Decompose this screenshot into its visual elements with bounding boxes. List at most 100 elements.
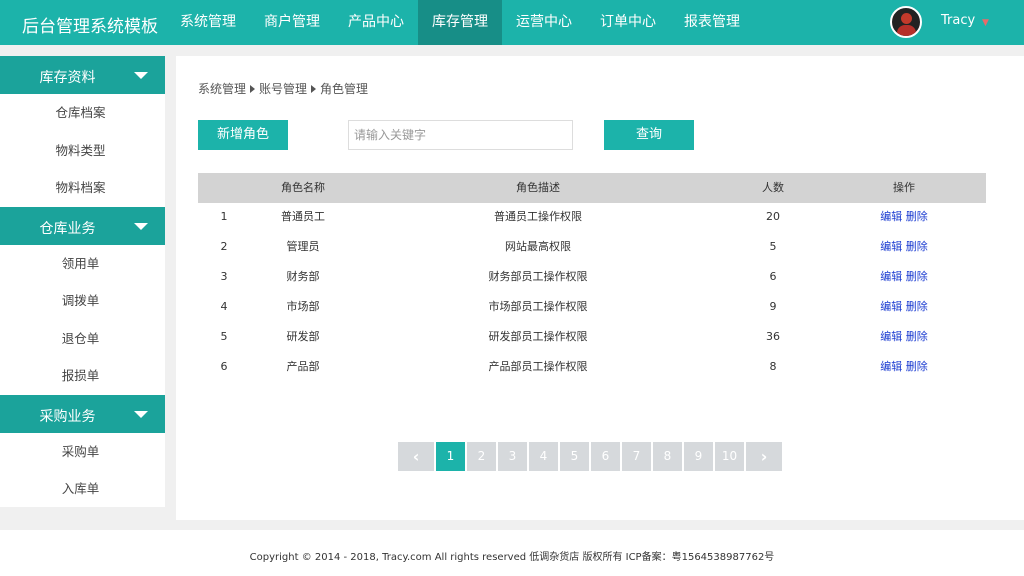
breadcrumb-item-current: 角色管理 (320, 82, 369, 96)
sidebar-item-warehouse-archive[interactable]: 仓库档案 (0, 94, 165, 132)
role-name: 产品部 (286, 360, 320, 373)
role-desc: 财务部员工操作权限 (488, 270, 588, 283)
delete-link[interactable]: 删除 (906, 210, 928, 223)
edit-link[interactable]: 编辑 (880, 360, 902, 373)
edit-link[interactable]: 编辑 (880, 330, 902, 343)
main-panel: 系统管理 账号管理 角色管理 新增角色 查询 角色名称 角色描述 人数 操作 1… (176, 56, 1024, 520)
sidebar-group-purchasing[interactable]: 采购业务 (0, 394, 165, 433)
top-header: 后台管理系统模板 系统管理 商户管理 产品中心 库存管理 运营中心 订单中心 报… (0, 0, 1024, 45)
row-actions: 编辑 删除 (854, 203, 954, 231)
column-header-role-name: 角色名称 (281, 181, 325, 194)
caret-down-icon (134, 72, 148, 79)
table-row: 2 管理员 网站最高权限 5 编辑 删除 (198, 233, 986, 263)
nav-item-product[interactable]: 产品中心 (334, 0, 418, 45)
role-count: 8 (769, 360, 777, 373)
sidebar-item-requisition[interactable]: 领用单 (0, 245, 165, 283)
table-header: 角色名称 角色描述 人数 操作 (198, 173, 986, 203)
nav-item-inventory[interactable]: 库存管理 (418, 0, 502, 45)
role-count: 5 (769, 240, 777, 253)
sidebar-item-purchase-order[interactable]: 采购单 (0, 433, 165, 471)
breadcrumb-item[interactable]: 账号管理 (259, 80, 307, 97)
role-desc: 普通员工操作权限 (494, 210, 582, 223)
table-row: 3 财务部 财务部员工操作权限 6 编辑 删除 (198, 263, 986, 293)
next-page-icon[interactable]: › (746, 442, 782, 471)
edit-link[interactable]: 编辑 (880, 210, 902, 223)
breadcrumb-item[interactable]: 系统管理 (198, 80, 246, 97)
prev-page-icon[interactable]: ‹ (398, 442, 434, 471)
footer: Copyright © 2014 - 2018, Tracy.com All r… (0, 530, 1024, 576)
pagination: ‹ 1 2 3 4 5 6 7 8 9 10 › (398, 442, 784, 471)
column-header-count: 人数 (762, 181, 784, 194)
page-button[interactable]: 3 (498, 442, 527, 471)
table-row: 4 市场部 市场部员工操作权限 9 编辑 删除 (198, 293, 986, 323)
nav-item-system[interactable]: 系统管理 (166, 0, 250, 45)
sidebar-item-loss-report[interactable]: 报损单 (0, 357, 165, 395)
sidebar-item-material-archive[interactable]: 物料档案 (0, 169, 165, 207)
row-index: 4 (220, 300, 228, 313)
role-desc: 研发部员工操作权限 (488, 330, 588, 343)
row-actions: 编辑 删除 (854, 353, 954, 381)
sidebar: 库存资料 仓库档案 物料类型 物料档案 仓库业务 领用单 调拨单 退仓单 报损单… (0, 56, 165, 507)
query-button[interactable]: 查询 (604, 120, 694, 150)
page-button[interactable]: 10 (715, 442, 744, 471)
row-actions: 编辑 删除 (854, 323, 954, 351)
page-button[interactable]: 5 (560, 442, 589, 471)
add-role-button[interactable]: 新增角色 (198, 120, 288, 150)
column-header-actions: 操作 (893, 181, 915, 194)
caret-down-icon (134, 410, 148, 418)
delete-link[interactable]: 删除 (906, 360, 928, 373)
page-button[interactable]: 9 (684, 442, 713, 471)
row-index: 2 (220, 240, 228, 253)
top-nav: 系统管理 商户管理 产品中心 库存管理 运营中心 订单中心 报表管理 (166, 0, 754, 45)
copyright-text: Copyright © 2014 - 2018, Tracy.com All r… (249, 552, 775, 563)
table-row: 6 产品部 产品部员工操作权限 8 编辑 删除 (198, 353, 986, 383)
table-row: 5 研发部 研发部员工操作权限 36 编辑 删除 (198, 323, 986, 353)
delete-link[interactable]: 删除 (906, 240, 928, 253)
role-name: 财务部 (286, 270, 320, 283)
sidebar-item-material-type[interactable]: 物料类型 (0, 132, 165, 170)
caret-down-icon (134, 222, 148, 230)
page-button[interactable]: 2 (467, 442, 496, 471)
sidebar-item-stock-in[interactable]: 入库单 (0, 470, 165, 508)
edit-link[interactable]: 编辑 (880, 240, 902, 253)
nav-item-operations[interactable]: 运营中心 (502, 0, 586, 45)
row-index: 1 (220, 210, 228, 223)
role-desc: 产品部员工操作权限 (488, 360, 588, 373)
sidebar-group-warehouse-business[interactable]: 仓库业务 (0, 206, 165, 245)
search-input[interactable] (348, 120, 573, 150)
page-button[interactable]: 6 (591, 442, 620, 471)
table-row: 1 普通员工 普通员工操作权限 20 编辑 删除 (198, 203, 986, 233)
roles-table: 角色名称 角色描述 人数 操作 1 普通员工 普通员工操作权限 20 编辑 删除… (198, 173, 986, 383)
sidebar-item-transfer[interactable]: 调拨单 (0, 282, 165, 320)
page-button[interactable]: 8 (653, 442, 682, 471)
row-index: 6 (220, 360, 228, 373)
chevron-down-icon[interactable]: ▼ (982, 18, 989, 28)
user-avatar[interactable] (890, 6, 922, 38)
role-count: 20 (766, 210, 780, 223)
role-name: 管理员 (286, 240, 320, 253)
page-button[interactable]: 7 (622, 442, 651, 471)
column-header-role-desc: 角色描述 (516, 181, 560, 194)
role-name: 研发部 (286, 330, 320, 343)
nav-item-reports[interactable]: 报表管理 (670, 0, 754, 45)
edit-link[interactable]: 编辑 (880, 300, 902, 313)
caret-right-icon (250, 84, 256, 93)
nav-item-merchant[interactable]: 商户管理 (250, 0, 334, 45)
edit-link[interactable]: 编辑 (880, 270, 902, 283)
role-desc: 市场部员工操作权限 (488, 300, 588, 313)
delete-link[interactable]: 删除 (906, 300, 928, 313)
app-logo-title: 后台管理系统模板 (22, 17, 158, 37)
sidebar-item-return[interactable]: 退仓单 (0, 320, 165, 358)
page-button[interactable]: 1 (436, 442, 465, 471)
sidebar-group-inventory-data[interactable]: 库存资料 (0, 56, 165, 94)
delete-link[interactable]: 删除 (906, 330, 928, 343)
role-count: 9 (769, 300, 777, 313)
row-actions: 编辑 删除 (854, 293, 954, 321)
role-desc: 网站最高权限 (505, 240, 571, 253)
delete-link[interactable]: 删除 (906, 270, 928, 283)
nav-item-orders[interactable]: 订单中心 (586, 0, 670, 45)
row-actions: 编辑 删除 (854, 263, 954, 291)
page-button[interactable]: 4 (529, 442, 558, 471)
role-name: 市场部 (286, 300, 320, 313)
username[interactable]: Tracy (941, 13, 975, 28)
